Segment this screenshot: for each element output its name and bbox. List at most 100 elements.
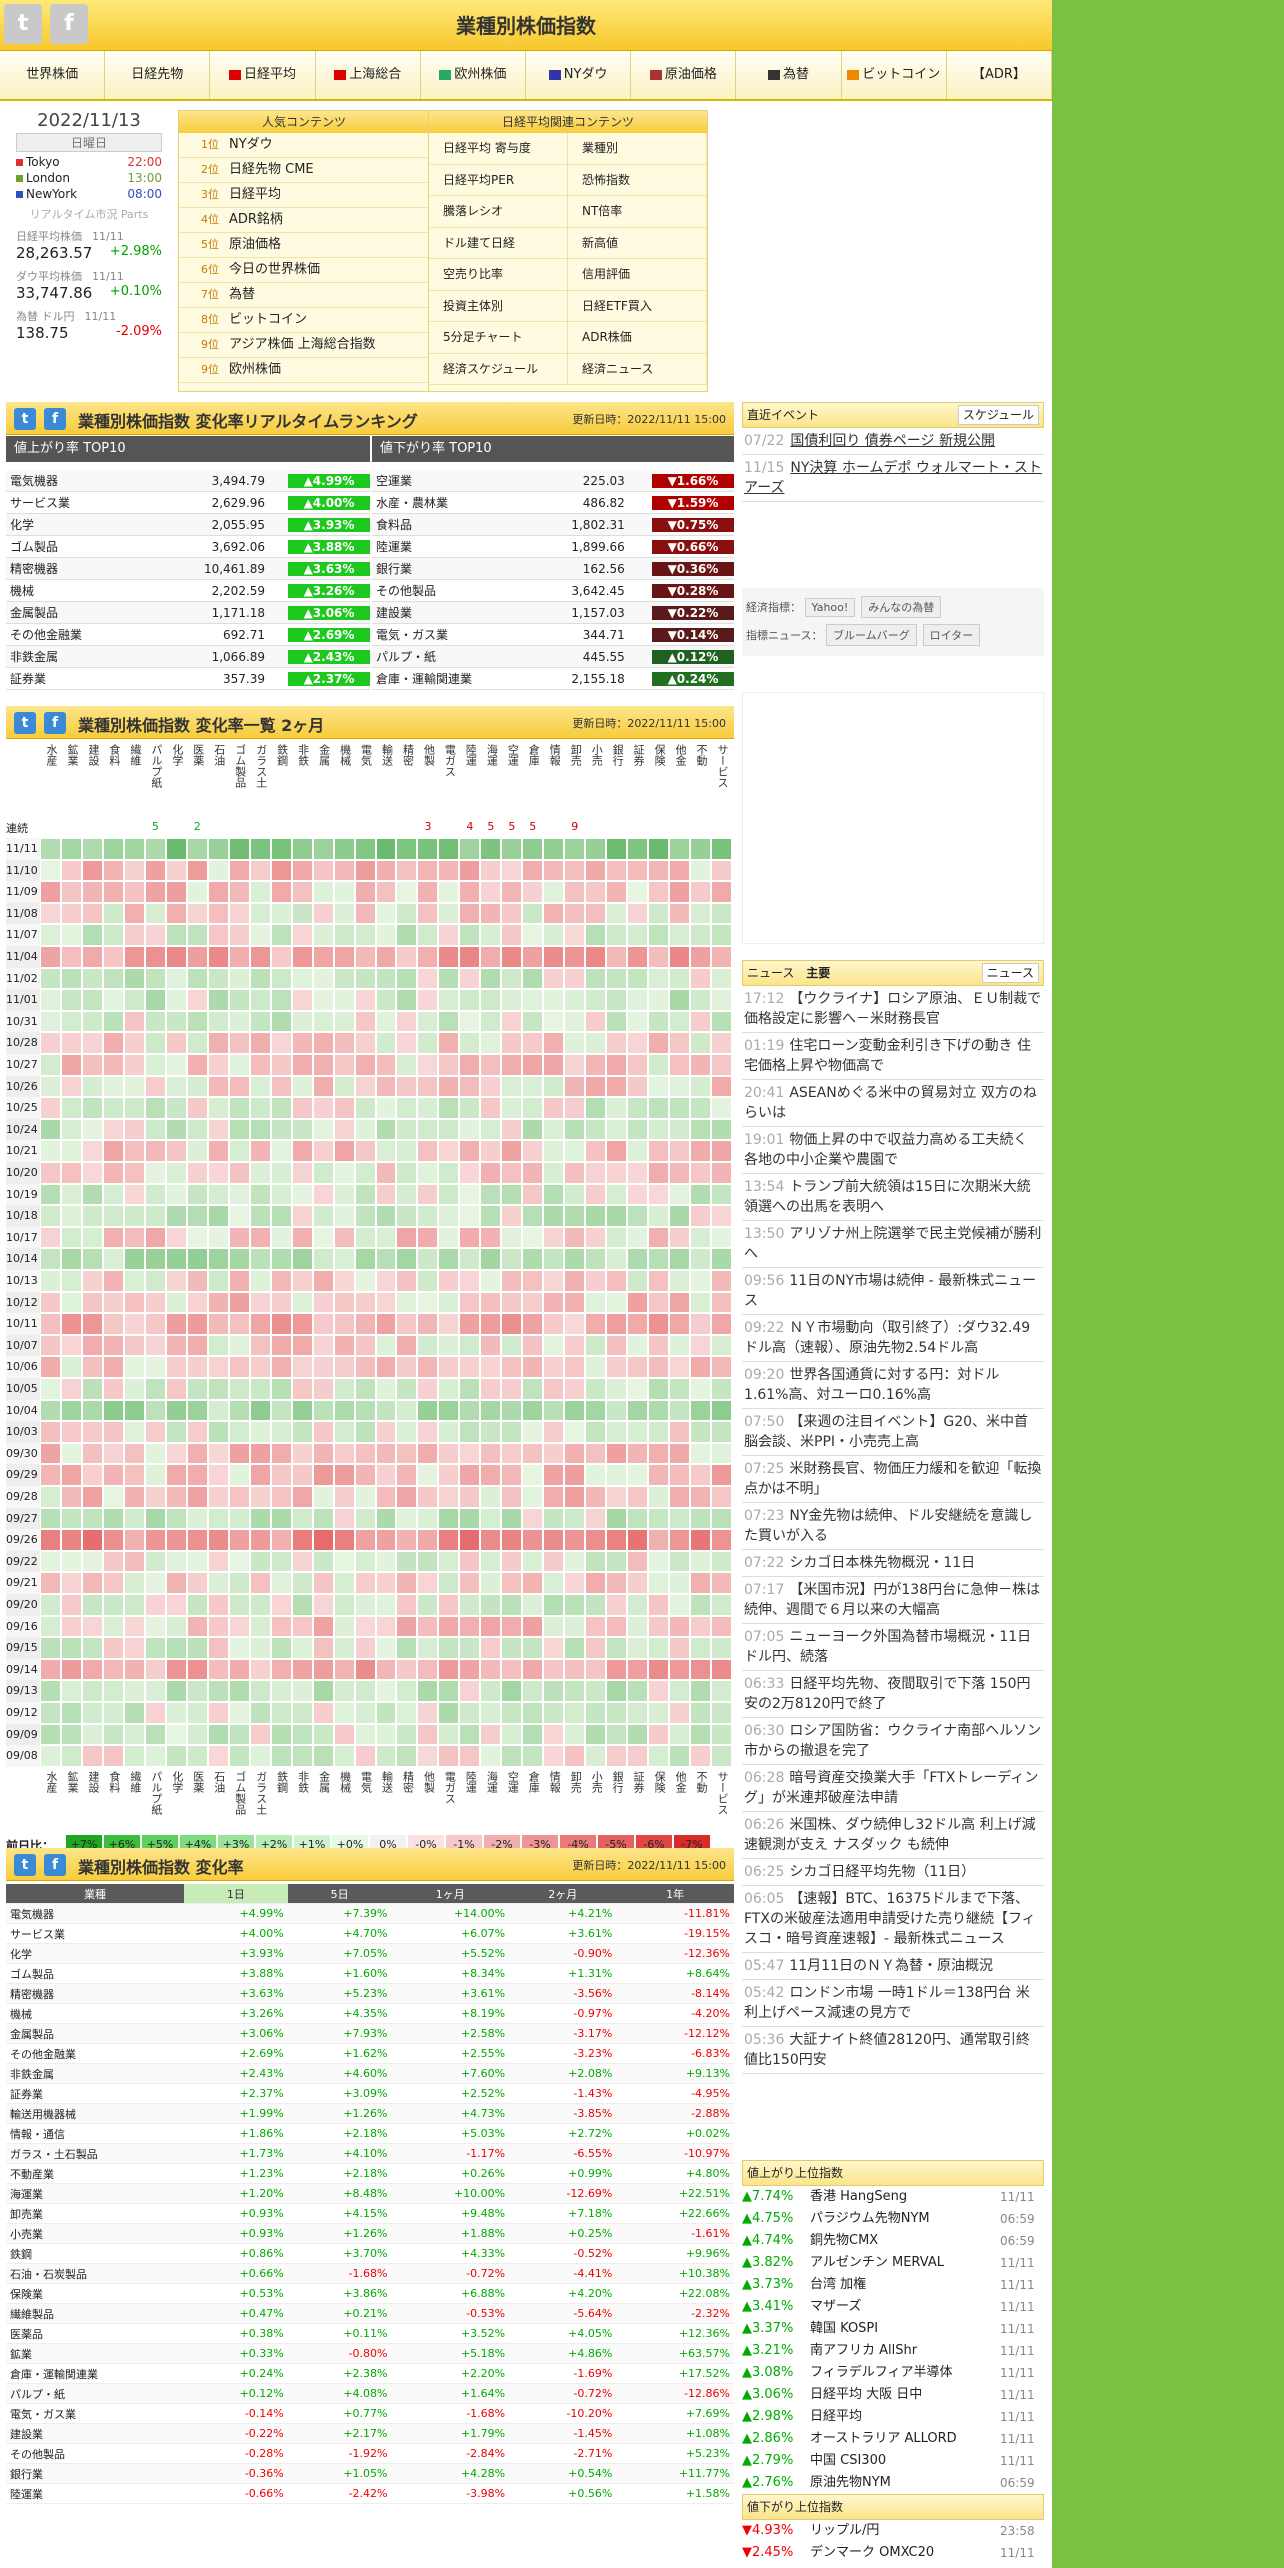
heatmap-cell[interactable] [711, 902, 732, 925]
heatmap-cell[interactable] [543, 1162, 565, 1184]
heatmap-cell[interactable] [564, 924, 586, 946]
heatmap-cell[interactable] [291, 1572, 313, 1594]
heatmap-cell[interactable] [585, 1615, 607, 1638]
table-row[interactable]: 電気機器 +4.99% +7.39% +14.00% +4.21% -11.81% [6, 1903, 734, 1924]
heatmap-cell[interactable] [333, 1270, 355, 1292]
heatmap-cell[interactable] [228, 1356, 250, 1378]
heatmap-cell[interactable] [40, 1032, 61, 1054]
twitter-icon[interactable]: t [14, 408, 36, 430]
table-row[interactable]: その他製品 -0.28% -1.92% -2.84% -2.71% +5.23% [6, 2443, 734, 2464]
heatmap-cell[interactable] [690, 1313, 712, 1335]
heatmap-cell[interactable] [228, 1442, 250, 1465]
heatmap-cell[interactable] [270, 1550, 292, 1573]
heatmap-cell[interactable] [228, 946, 250, 968]
heatmap-cell[interactable] [522, 1054, 544, 1076]
heatmap-cell[interactable] [207, 1118, 229, 1141]
heatmap-cell[interactable] [354, 1745, 376, 1767]
heatmap-cell[interactable] [312, 859, 334, 882]
related-item[interactable]: NT倍率 [568, 196, 706, 228]
heatmap-cell[interactable] [312, 1550, 334, 1573]
heatmap-cell[interactable] [585, 859, 607, 882]
heatmap-cell[interactable] [648, 1572, 670, 1594]
heatmap-cell[interactable] [543, 1723, 565, 1746]
heatmap-cell[interactable] [396, 924, 418, 946]
heatmap-cell[interactable] [249, 1032, 271, 1054]
table-row[interactable]: 輸送用機器械 +1.99% +1.26% +4.73% -3.85% -2.88% [6, 2103, 734, 2124]
heatmap-cell[interactable] [417, 924, 439, 946]
news-item[interactable]: 07:22 シカゴ日本株先物概況・11日 [742, 1550, 1044, 1577]
heatmap-cell[interactable] [501, 1097, 523, 1119]
heatmap-cell[interactable] [438, 1226, 460, 1249]
heatmap-cell[interactable] [228, 1507, 250, 1530]
heatmap-cell[interactable] [585, 1507, 607, 1530]
heatmap-cell[interactable] [40, 1680, 61, 1702]
realtime-parts-link[interactable]: リアルタイム市況 Parts [8, 206, 170, 222]
heatmap-cell[interactable] [669, 1356, 691, 1378]
heatmap-cell[interactable] [585, 1075, 607, 1098]
heatmap-cell[interactable] [564, 1226, 586, 1249]
heatmap-cell[interactable] [40, 1356, 61, 1378]
heatmap-cell[interactable] [333, 881, 355, 903]
heatmap-cell[interactable] [165, 924, 187, 946]
heatmap-cell[interactable] [354, 1507, 376, 1530]
heatmap-cell[interactable] [564, 1378, 586, 1400]
heatmap-cell[interactable] [438, 1205, 460, 1227]
heatmap-cell[interactable] [438, 1507, 460, 1530]
heatmap-cell[interactable] [291, 1529, 313, 1551]
heatmap-cell[interactable] [501, 1550, 523, 1573]
heatmap-cell[interactable] [207, 1334, 229, 1357]
heatmap-cell[interactable] [60, 1075, 82, 1098]
heatmap-cell[interactable] [102, 1248, 124, 1270]
heatmap-cell[interactable] [459, 924, 481, 946]
heatmap-cell[interactable] [333, 1723, 355, 1746]
heatmap-cell[interactable] [375, 1550, 397, 1573]
heatmap-cell[interactable] [711, 946, 732, 968]
heatmap-cell[interactable] [102, 1226, 124, 1249]
heatmap-cell[interactable] [543, 1140, 565, 1162]
heatmap-cell[interactable] [669, 1075, 691, 1098]
heatmap-cell[interactable] [165, 1421, 187, 1443]
heatmap-cell[interactable] [186, 1702, 208, 1724]
event-item[interactable]: 07/22 国債利回り 債券ページ 新規公開 [742, 428, 1044, 455]
heatmap-cell[interactable] [669, 1464, 691, 1486]
heatmap-cell[interactable] [627, 967, 649, 990]
heatmap-cell[interactable] [501, 967, 523, 990]
heatmap-cell[interactable] [543, 1507, 565, 1530]
heatmap-cell[interactable] [522, 1550, 544, 1573]
heatmap-cell[interactable] [627, 1464, 649, 1486]
heatmap-cell[interactable] [438, 838, 460, 860]
heatmap-cell[interactable] [627, 1270, 649, 1292]
heatmap-cell[interactable] [417, 1507, 439, 1530]
heatmap-cell[interactable] [501, 1637, 523, 1659]
heatmap-cell[interactable] [81, 1334, 103, 1357]
heatmap-cell[interactable] [207, 1140, 229, 1162]
heatmap-cell[interactable] [354, 1226, 376, 1249]
nav-item-5[interactable]: NYダウ [526, 51, 632, 99]
heatmap-cell[interactable] [417, 1248, 439, 1270]
heatmap-cell[interactable] [522, 1183, 544, 1206]
heatmap-cell[interactable] [690, 967, 712, 990]
heatmap-cell[interactable] [81, 1205, 103, 1227]
heatmap-cell[interactable] [144, 1097, 166, 1119]
heatmap-cell[interactable] [501, 1205, 523, 1227]
heatmap-cell[interactable] [228, 1529, 250, 1551]
heatmap-cell[interactable] [144, 1507, 166, 1530]
market-index-row[interactable]: ▲3.21% 南アフリカ AllShr 11/11 [742, 2340, 1044, 2362]
heatmap-cell[interactable] [606, 1183, 628, 1206]
heatmap-cell[interactable] [207, 946, 229, 968]
heatmap-cell[interactable] [417, 1032, 439, 1054]
heatmap-cell[interactable] [354, 1637, 376, 1659]
heatmap-cell[interactable] [501, 1334, 523, 1357]
heatmap-cell[interactable] [417, 1572, 439, 1594]
heatmap-cell[interactable] [543, 967, 565, 990]
heatmap-cell[interactable] [60, 1658, 82, 1681]
news-item[interactable]: 09:56 11日のNY市場は続伸 - 最新株式ニュース [742, 1268, 1044, 1315]
heatmap-cell[interactable] [123, 1745, 145, 1767]
heatmap-cell[interactable] [40, 1486, 61, 1508]
heatmap-cell[interactable] [291, 1270, 313, 1292]
nav-item-2[interactable]: 日経平均 [210, 51, 316, 99]
heatmap-cell[interactable] [627, 1615, 649, 1638]
heatmap-cell[interactable] [375, 1680, 397, 1702]
heatmap-cell[interactable] [291, 881, 313, 903]
heatmap-cell[interactable] [40, 1075, 61, 1098]
